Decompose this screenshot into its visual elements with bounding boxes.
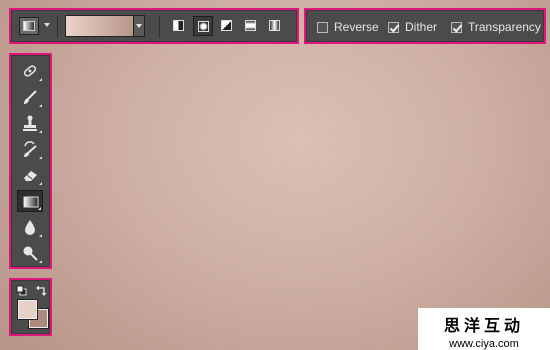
- history-brush-tool[interactable]: [17, 138, 43, 160]
- clone-stamp-icon: [23, 115, 37, 131]
- gradient-preset-icon: [23, 21, 35, 31]
- history-brush-icon: [24, 141, 37, 157]
- submenu-indicator: [39, 104, 42, 107]
- default-colors-icon[interactable]: [16, 285, 27, 296]
- brush-icon: [24, 90, 37, 104]
- blur-tool[interactable]: [17, 216, 43, 238]
- foreground-color-swatch[interactable]: [18, 300, 37, 319]
- reflected-gradient-button[interactable]: [241, 16, 261, 36]
- watermark-url: www.ciya.com: [449, 338, 519, 350]
- transparency-label: Transparency: [468, 20, 541, 34]
- gradient-checkbox-options: Reverse Dither Transparency: [304, 8, 546, 44]
- submenu-indicator: [39, 156, 42, 159]
- divider: [159, 16, 160, 38]
- diamond-gradient-icon: [269, 20, 280, 31]
- dodge-tool[interactable]: [17, 242, 43, 264]
- tool-preset-picker[interactable]: [19, 17, 39, 35]
- checkbox-box[interactable]: [451, 21, 462, 33]
- brush-tool[interactable]: [17, 86, 43, 108]
- linear-gradient-button[interactable]: [169, 16, 189, 36]
- radial-gradient-button[interactable]: [193, 16, 213, 36]
- dither-checkbox[interactable]: Dither: [388, 19, 437, 35]
- linear-gradient-icon: [173, 20, 184, 31]
- radial-gradient-icon: [198, 21, 209, 32]
- spot-healing-brush-icon: [23, 65, 37, 77]
- checkbox-box[interactable]: [317, 21, 328, 33]
- divider: [57, 16, 58, 38]
- reverse-checkbox[interactable]: Reverse: [317, 19, 379, 35]
- angle-gradient-button[interactable]: [217, 16, 237, 36]
- submenu-indicator: [39, 234, 42, 237]
- eraser-tool[interactable]: [17, 164, 43, 186]
- watermark: 思洋互动 www.ciya.com: [418, 308, 550, 350]
- checkbox-box[interactable]: [388, 21, 399, 33]
- reverse-label: Reverse: [334, 20, 379, 34]
- angle-gradient-icon: [221, 20, 232, 31]
- submenu-indicator: [39, 130, 42, 133]
- submenu-indicator: [39, 78, 42, 81]
- transparency-checkbox[interactable]: Transparency: [451, 19, 541, 35]
- clone-stamp-tool[interactable]: [17, 112, 43, 134]
- swap-colors-icon[interactable]: [36, 285, 47, 296]
- blur-icon: [25, 220, 35, 235]
- gradient-options-bar: [9, 8, 299, 44]
- spot-healing-brush-tool[interactable]: [17, 60, 43, 82]
- tools-panel: [9, 53, 52, 269]
- gradient-picker-dropdown[interactable]: [133, 15, 145, 37]
- eraser-icon: [24, 171, 37, 181]
- dither-label: Dither: [405, 20, 438, 34]
- submenu-indicator: [39, 182, 42, 185]
- reflected-gradient-icon: [245, 20, 256, 31]
- watermark-title: 思洋互动: [443, 318, 524, 335]
- dodge-icon: [23, 246, 38, 261]
- submenu-indicator: [39, 260, 42, 263]
- submenu-indicator: [38, 207, 41, 210]
- chevron-down-icon[interactable]: [44, 23, 50, 27]
- color-swatches-panel: [9, 278, 52, 336]
- gradient-tool[interactable]: [17, 190, 43, 212]
- diamond-gradient-button[interactable]: [265, 16, 285, 36]
